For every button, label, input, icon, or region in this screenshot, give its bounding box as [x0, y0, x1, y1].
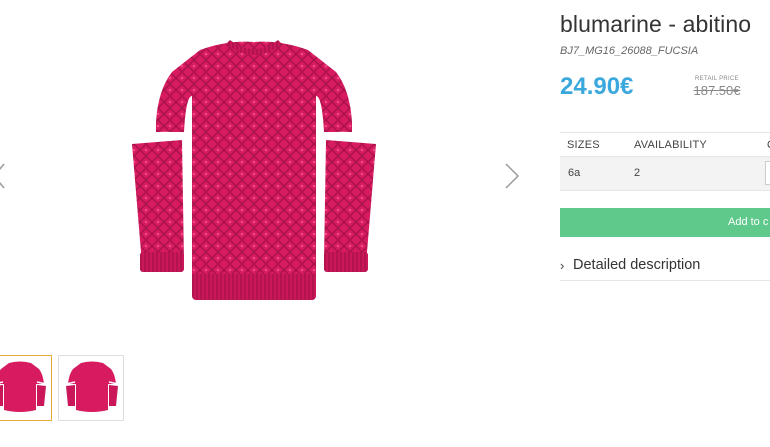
product-sku: BJ7_MG16_26088_FUCSIA [560, 45, 699, 57]
thumbnail-2[interactable] [58, 355, 124, 421]
prev-image-button[interactable] [0, 158, 12, 194]
product-main-image [128, 36, 380, 320]
sizes-table-header: SIZES AVAILABILITY Q [560, 132, 770, 155]
product-title: blumarine - abitino [560, 11, 752, 37]
chevron-right-icon [505, 163, 520, 189]
thumbnail-1[interactable] [0, 355, 52, 421]
row-availability: 2 [634, 167, 641, 179]
next-image-button[interactable] [500, 158, 524, 194]
chevron-right-icon: › [560, 258, 565, 273]
retail-price-label: RETAIL PRICE [695, 76, 739, 82]
chevron-left-icon [0, 163, 5, 189]
add-to-cart-button[interactable]: Add to c [560, 208, 770, 237]
quantity-input[interactable] [765, 161, 770, 185]
retail-price-block: RETAIL PRICE 187.50€ [688, 76, 746, 98]
detailed-description-toggle[interactable]: › Detailed description [560, 254, 770, 281]
header-availability: AVAILABILITY [634, 139, 707, 151]
row-size: 6a [568, 167, 581, 179]
table-row: 6a 2 [560, 156, 770, 191]
detailed-description-label: Detailed description [573, 257, 701, 273]
sale-price: 24.90€ [560, 73, 634, 100]
header-sizes: SIZES [567, 139, 600, 151]
product-gallery [0, 0, 530, 447]
retail-price-value: 187.50€ [693, 83, 741, 98]
add-to-cart-label: Add to c [728, 216, 769, 228]
